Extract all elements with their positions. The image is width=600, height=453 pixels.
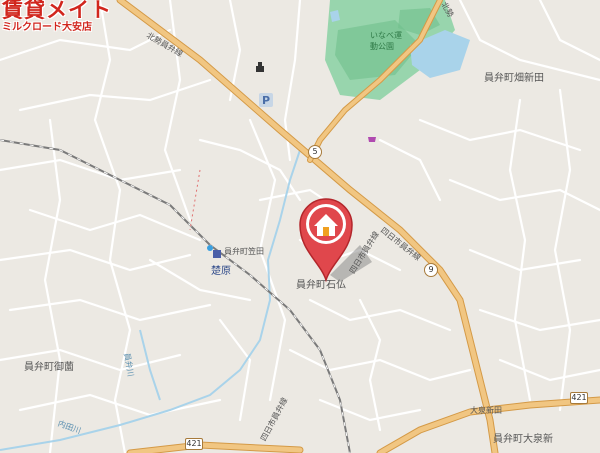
place-label-park: いなべ運動公園 xyxy=(370,31,402,51)
route-shield-421b: 421 xyxy=(185,438,203,450)
route-shield-421a: 421 xyxy=(570,392,588,404)
place-label-chochi: 員弁町御薗 xyxy=(24,362,74,373)
brand-name: 賃貸メイト xyxy=(2,0,112,22)
brand-logo: 賃貸メイト ミルクロード大安店 xyxy=(2,0,112,33)
parking-label: P xyxy=(262,94,271,107)
brand-branch: ミルクロード大安店 xyxy=(2,22,92,33)
shop-icon xyxy=(368,137,376,142)
place-label-kusune: 員弁町畑新田 xyxy=(484,73,544,84)
station-label: 楚原 xyxy=(211,266,231,277)
road-label-kasai: 大泉新田 xyxy=(470,406,502,415)
place-label-south: 員弁町大泉新 xyxy=(493,434,553,445)
place-label-koto: 員弁町笠田 xyxy=(224,247,264,256)
route-shield-9: 9 xyxy=(424,263,438,277)
map-canvas xyxy=(0,0,600,453)
route-shield-5: 5 xyxy=(308,145,322,159)
station-marker xyxy=(213,250,221,258)
place-label-target: 員弁町石仏 xyxy=(296,280,346,291)
map-view[interactable]: 賃貸メイト ミルクロード大安店 P 員弁町畑新田 いなべ運動公園 員弁町笠田 員… xyxy=(0,0,600,453)
